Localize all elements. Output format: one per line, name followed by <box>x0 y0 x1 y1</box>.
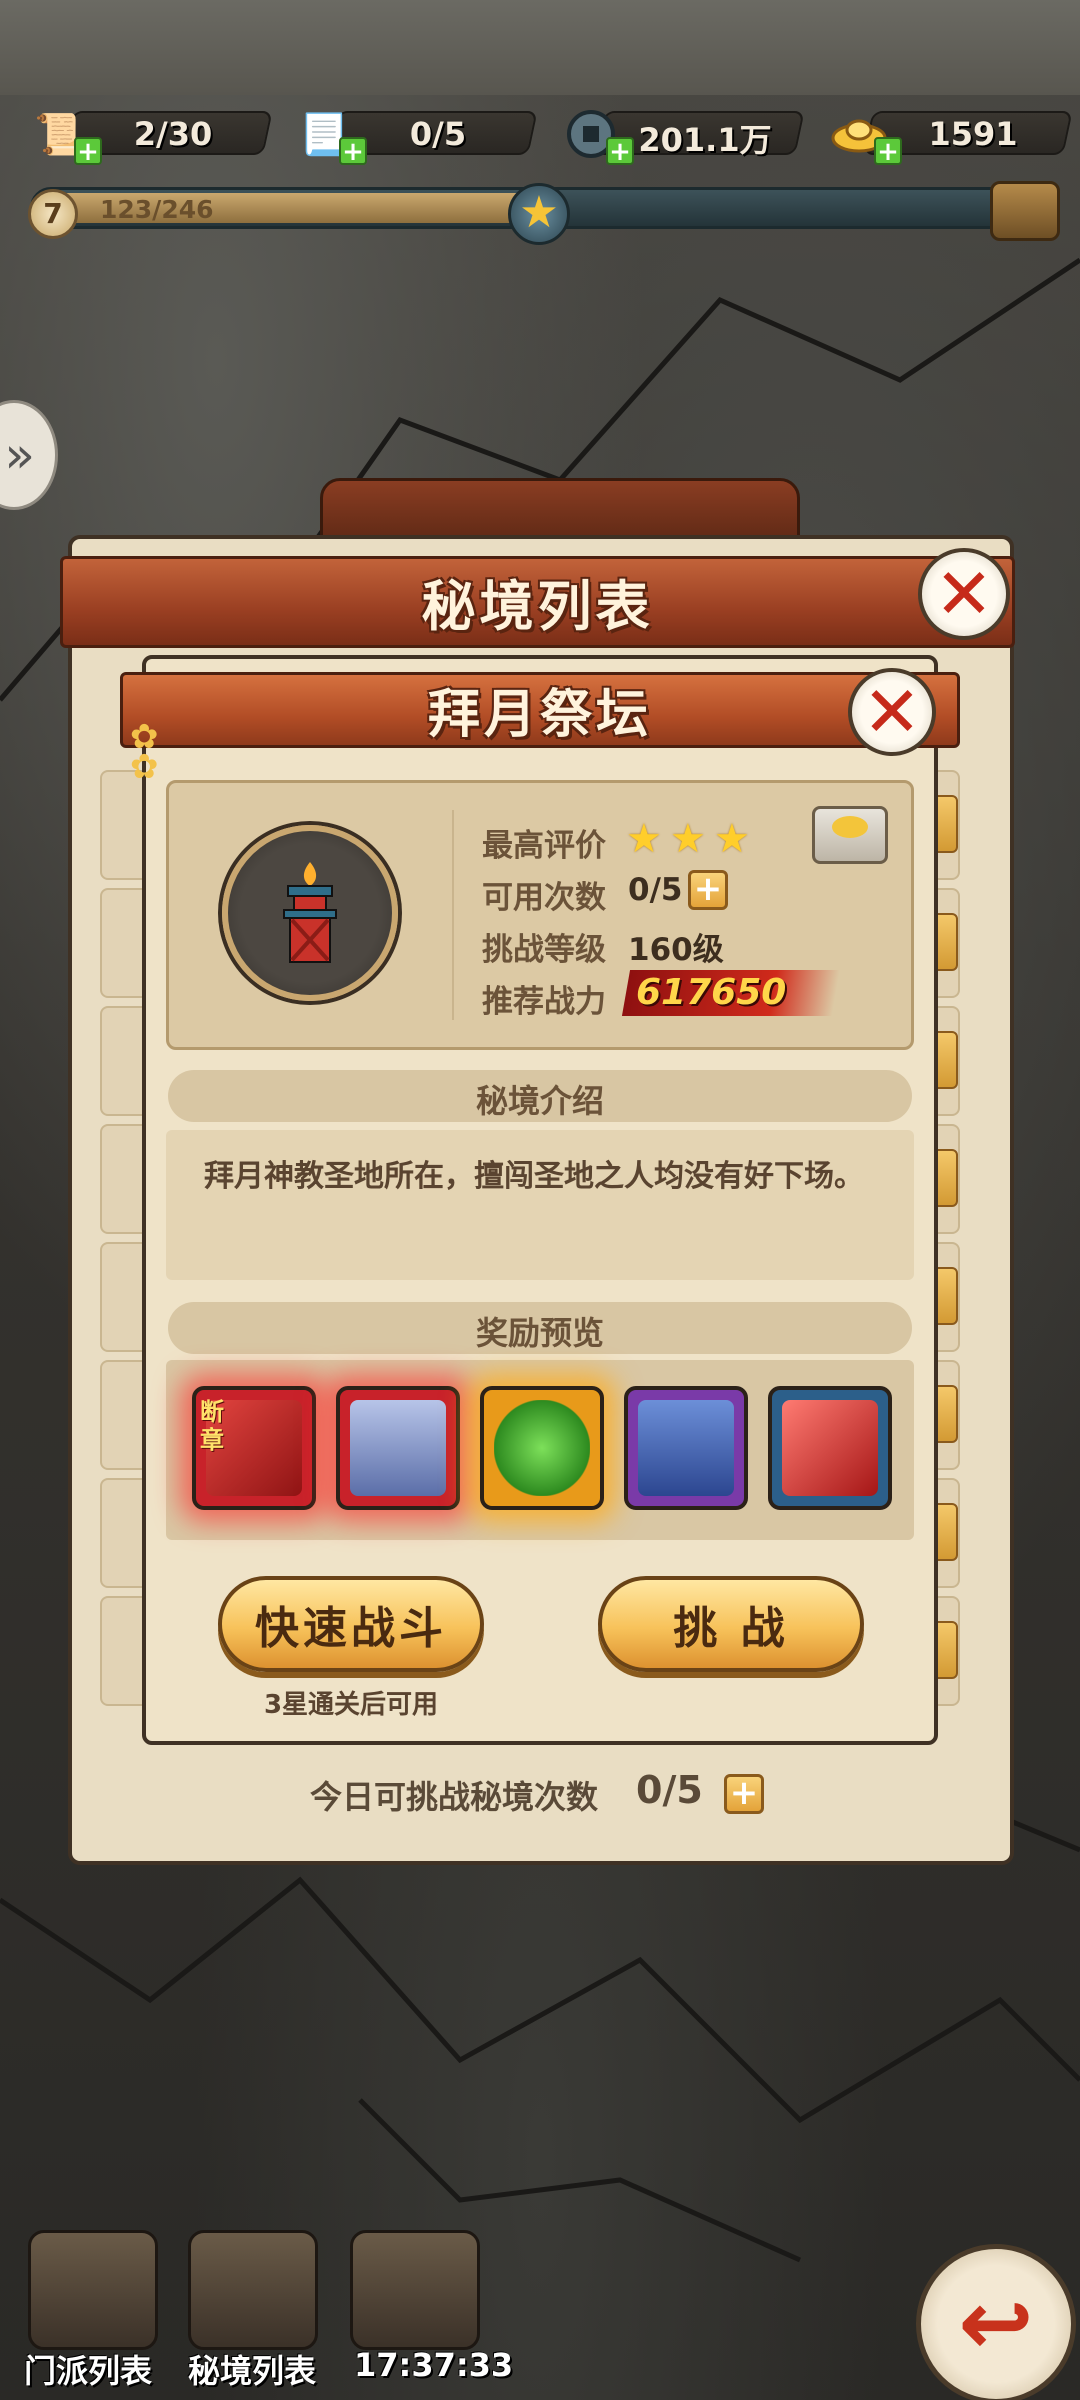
red-gem-icon[interactable] <box>768 1386 892 1510</box>
plus-icon[interactable]: + <box>874 137 902 165</box>
best-rating-label: 最高评价 <box>482 828 606 864</box>
resource-value: 1591 <box>928 115 1018 153</box>
level-label: 挑战等级 <box>482 932 606 968</box>
challenge-button[interactable]: 挑 战 <box>598 1576 864 1672</box>
quick-battle-button[interactable]: 快速战斗 <box>218 1576 484 1672</box>
plus-icon[interactable]: + <box>606 137 634 165</box>
resource-value: 0/5 <box>409 115 467 153</box>
uses-value: 0/5 <box>628 872 683 908</box>
resource-challenge[interactable]: 0/5 📃 + <box>295 105 538 165</box>
realm-list-title: 秘境列表 <box>421 575 654 638</box>
resource-stamina[interactable]: 2/30 📜 + <box>30 105 273 165</box>
realm-list-label[interactable]: 秘境列表 <box>188 2346 316 2392</box>
add-uses-button[interactable]: + <box>688 870 728 910</box>
resource-value: 2/30 <box>133 115 213 153</box>
sect-list-label[interactable]: 门派列表 <box>24 2346 152 2392</box>
realm-list-icon[interactable] <box>188 2230 318 2350</box>
daily-challenge-count: 0/5 <box>636 1768 703 1812</box>
daily-challenge-label: 今日可挑战秘境次数 <box>310 1778 599 1816</box>
resource-gold[interactable]: 1591 + <box>830 105 1073 165</box>
top-strip <box>0 0 1080 95</box>
resource-value: 201.1万 <box>638 121 772 159</box>
wine-jar-icon[interactable] <box>350 2230 480 2350</box>
star-icon: ★ <box>714 816 750 862</box>
close-outer-button[interactable]: ✕ <box>918 548 1010 640</box>
jade-icon[interactable] <box>480 1386 604 1510</box>
back-button[interactable]: ↩ <box>916 2244 1076 2400</box>
reward-title: 奖励预览 <box>475 1314 604 1352</box>
progress-text: 123/246 <box>100 195 214 224</box>
quick-battle-note: 3星通关后可用 <box>263 1690 439 1720</box>
power-value: 617650 <box>636 972 787 1013</box>
progress-row: 123/246 7 ★ <box>0 175 1080 247</box>
intro-box <box>166 1130 914 1280</box>
chest-gold-icon <box>832 816 868 838</box>
sect-list-icon[interactable] <box>28 2230 158 2350</box>
level-value: 160级 <box>628 932 724 968</box>
fragment-book-icon[interactable]: 断章 <box>192 1386 316 1510</box>
star-icon[interactable]: ★ <box>508 183 570 245</box>
close-icon: ✕ <box>934 553 994 635</box>
resource-coin[interactable]: 201.1万 + <box>562 105 805 165</box>
plus-icon[interactable]: + <box>339 137 367 165</box>
star-icon: ★ <box>670 816 706 862</box>
star-icon: ★ <box>626 816 662 862</box>
plus-icon[interactable]: + <box>74 137 102 165</box>
clock-time: 17:37:33 <box>354 2346 514 2384</box>
realm-detail-title: 拜月祭坛 <box>427 685 652 745</box>
close-inner-button[interactable]: ✕ <box>848 668 936 756</box>
uses-label: 可用次数 <box>482 880 606 916</box>
info-divider <box>452 810 454 1020</box>
intro-title: 秘境介绍 <box>475 1082 604 1120</box>
power-label: 推荐战力 <box>482 984 606 1020</box>
add-daily-button[interactable]: + <box>724 1774 764 1814</box>
altar-tower-icon <box>283 862 337 963</box>
progress-level: 7 <box>28 189 78 239</box>
resource-bar: 2/30 📜 + 0/5 📃 + 201.1万 + 1591 + <box>0 95 1080 165</box>
close-icon: ✕ <box>862 671 922 753</box>
robe-icon[interactable] <box>336 1386 460 1510</box>
treasure-chest-icon[interactable] <box>990 181 1060 241</box>
intro-text: 拜月神教圣地所在，擅闯圣地之人均没有好下场。 <box>204 1159 864 1194</box>
blue-chest-icon[interactable] <box>624 1386 748 1510</box>
reward-tag: 断章 <box>200 1398 224 1454</box>
